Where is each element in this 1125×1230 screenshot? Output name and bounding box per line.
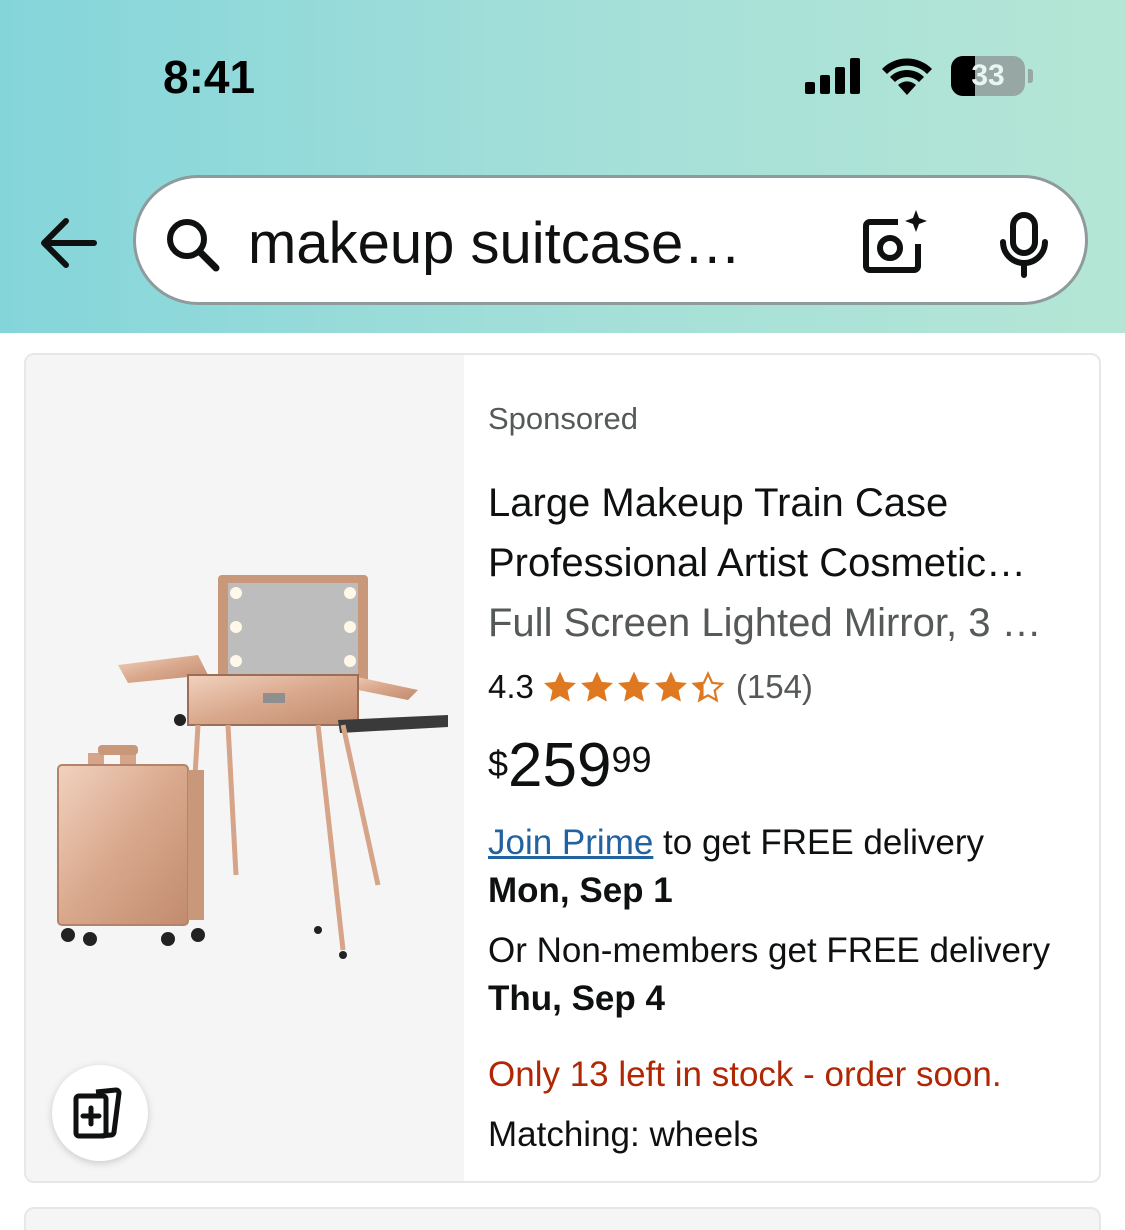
- star-full-icon: [543, 671, 576, 702]
- next-product-card[interactable]: [24, 1207, 1101, 1230]
- join-prime-link[interactable]: Join Prime: [488, 823, 653, 862]
- price-fraction: 99: [611, 739, 652, 780]
- status-time: 8:41: [163, 51, 256, 103]
- product-title-line-3[interactable]: Full Screen Lighted Mirror, 3 …: [488, 601, 1078, 646]
- star-full-icon: [654, 671, 687, 702]
- nonmember-delivery-date: Thu, Sep 4: [488, 979, 665, 1018]
- product-image[interactable]: [48, 565, 448, 975]
- price-symbol: $: [488, 743, 509, 784]
- app-header: 8:41 33 makeup suitcase…: [0, 0, 1125, 333]
- rating-row[interactable]: 4.3 (154): [488, 667, 813, 707]
- search-input[interactable]: makeup suitcase…: [248, 210, 788, 277]
- nonmember-delivery-text: Or Non-members get FREE delivery: [488, 931, 1051, 970]
- product-card[interactable]: Sponsored Large Makeup Train Case Profes…: [24, 353, 1101, 1183]
- price: $ 259 99: [488, 735, 652, 797]
- rating-value: 4.3: [488, 668, 534, 705]
- star-rating: [542, 670, 726, 704]
- matching-label: Matching: wheels: [488, 1115, 759, 1154]
- battery-level: 33: [971, 59, 1005, 92]
- search-bar[interactable]: makeup suitcase…: [133, 175, 1088, 305]
- price-whole: 259: [508, 731, 612, 800]
- camera-sparkle-icon[interactable]: [858, 208, 930, 280]
- search-icon: [167, 219, 220, 272]
- cellular-signal-icon: [805, 58, 860, 94]
- prime-delivery-line: Join Prime to get FREE delivery: [488, 823, 984, 863]
- sponsored-label: Sponsored: [488, 401, 638, 436]
- product-image-area[interactable]: [26, 355, 464, 1181]
- star-partial-icon: [691, 671, 725, 703]
- compare-button[interactable]: [52, 1065, 148, 1161]
- star-full-icon: [580, 671, 613, 702]
- prime-delivery-date: Mon, Sep 1: [488, 871, 673, 910]
- stock-warning: Only 13 left in stock - order soon.: [488, 1055, 1002, 1094]
- product-title-line-1[interactable]: Large Makeup Train Case: [488, 481, 1078, 526]
- product-title-line-2[interactable]: Professional Artist Cosmetic…: [488, 541, 1078, 586]
- microphone-icon[interactable]: [996, 212, 1052, 278]
- prime-delivery-text: to get FREE delivery: [653, 823, 985, 862]
- compare-cards-icon: [73, 1087, 122, 1139]
- back-arrow-icon[interactable]: [36, 212, 98, 274]
- battery-icon: 33: [951, 56, 1033, 96]
- status-icons: 33: [805, 54, 1033, 98]
- wifi-icon: [882, 58, 932, 95]
- rating-count[interactable]: (154): [736, 668, 813, 706]
- star-full-icon: [617, 671, 650, 702]
